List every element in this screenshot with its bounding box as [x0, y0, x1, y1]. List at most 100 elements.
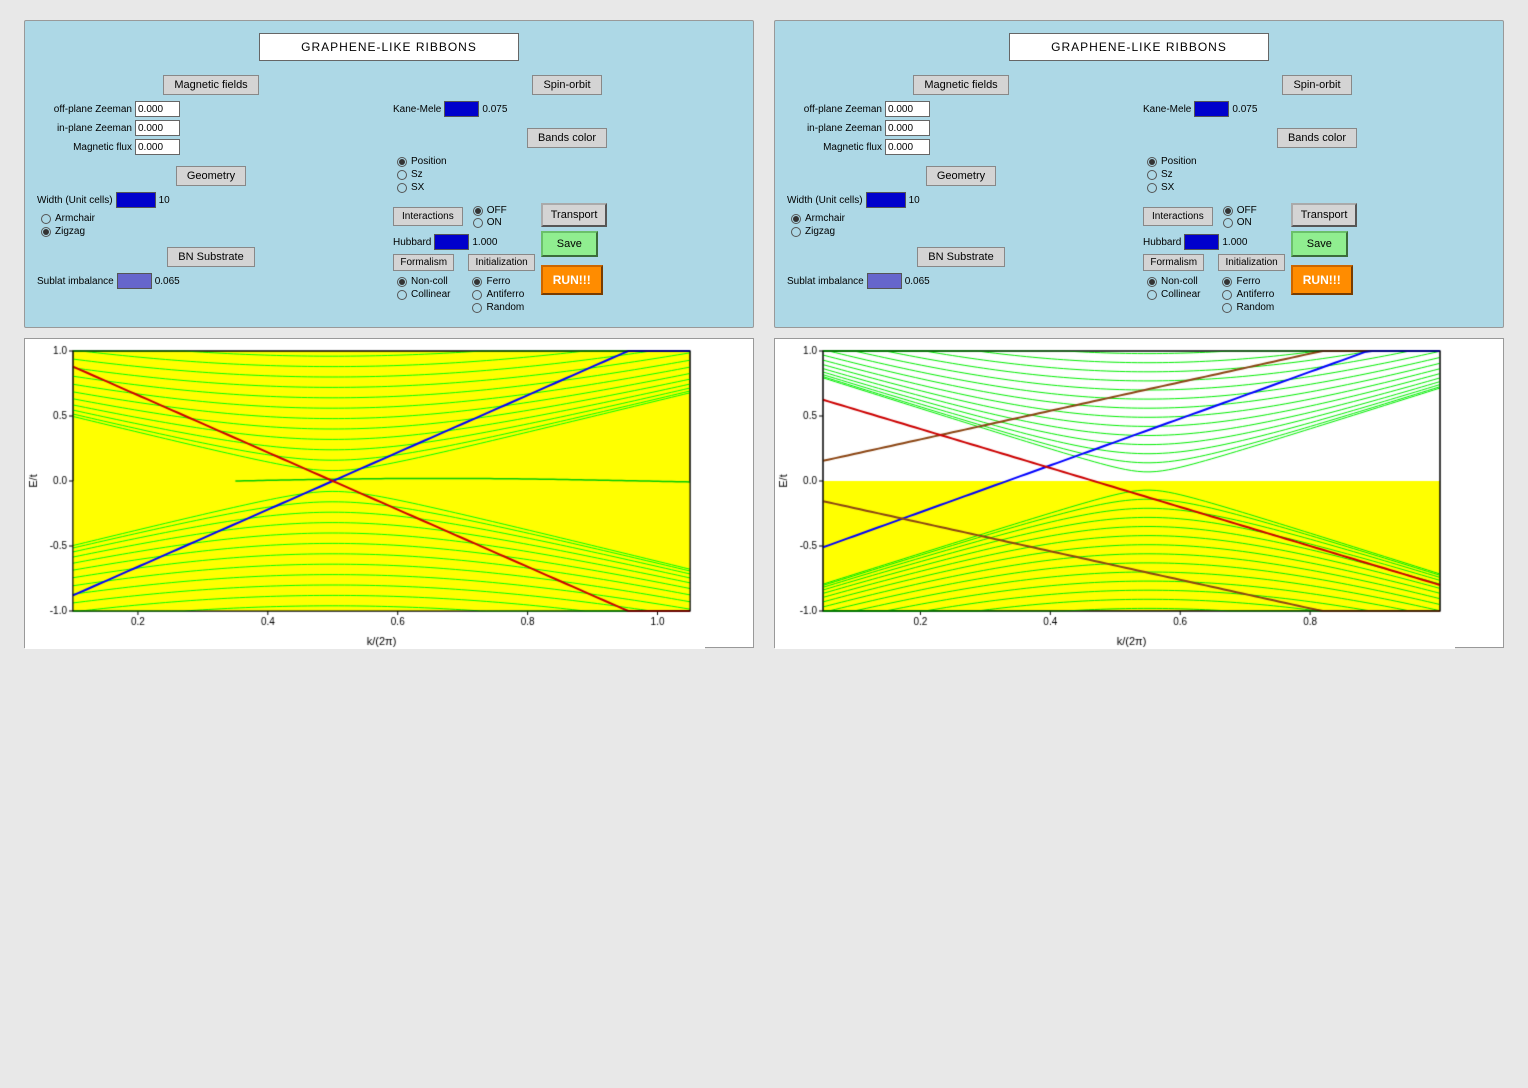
hubbard-row-1: Hubbard 1.000: [393, 234, 535, 250]
in-plane-input-1[interactable]: [135, 120, 180, 136]
hubbard-input-2[interactable]: [1184, 234, 1219, 250]
right-buttons-2: Transport Save RUN!!!: [1291, 203, 1358, 295]
on-dot-1: [473, 218, 483, 228]
sz-radio-1[interactable]: Sz: [397, 169, 737, 180]
kane-mele-input-1[interactable]: [444, 101, 479, 117]
bn-substrate-title-2: BN Substrate: [917, 247, 1004, 267]
formalism-box-1: Formalism Non-coll Collinear: [393, 254, 454, 315]
random-dot-2: [1222, 303, 1232, 313]
random-radio-2[interactable]: Random: [1222, 302, 1280, 313]
antiferro-radio-1[interactable]: Antiferro: [472, 289, 530, 300]
kane-mele-row-2: Kane-Mele 0.075: [1143, 101, 1491, 117]
hubbard-input-1[interactable]: [434, 234, 469, 250]
zigzag-label-1: Zigzag: [55, 226, 85, 237]
transport-button-1[interactable]: Transport: [541, 203, 608, 227]
antiferro-dot-1: [472, 290, 482, 300]
in-plane-label-2: in-plane Zeeman: [787, 123, 882, 134]
kane-mele-value-2: 0.075: [1232, 104, 1257, 115]
sx-radio-1[interactable]: SX: [397, 182, 737, 193]
interactions-row-2: Interactions OFF ON: [1143, 203, 1285, 230]
off-on-radio-1: OFF ON: [469, 203, 511, 230]
bands-color-section-2: Bands color Position Sz SX: [1143, 128, 1491, 195]
formalism-init-row-2: Formalism Non-coll Collinear: [1143, 254, 1285, 315]
transport-button-2[interactable]: Transport: [1291, 203, 1358, 227]
non-coll-radio-1[interactable]: Non-coll: [397, 276, 450, 287]
on-radio-1[interactable]: ON: [473, 217, 507, 228]
ferro-label-1: Ferro: [486, 276, 510, 287]
sublat-input-2[interactable]: [867, 273, 902, 289]
antiferro-label-2: Antiferro: [1236, 289, 1274, 300]
non-coll-radio-2[interactable]: Non-coll: [1147, 276, 1200, 287]
collinear-label-1: Collinear: [411, 289, 450, 300]
position-dot-2: [1147, 157, 1157, 167]
bands-color-title-1: Bands color: [527, 128, 607, 148]
plot-area: [24, 338, 1504, 648]
position-radio-1[interactable]: Position: [397, 156, 737, 167]
off-label-1: OFF: [487, 205, 507, 216]
armchair-radio-2[interactable]: Armchair: [791, 213, 1131, 224]
formalism-title-1: Formalism: [393, 254, 454, 271]
save-button-1[interactable]: Save: [541, 231, 598, 257]
run-button-1[interactable]: RUN!!!: [541, 265, 603, 295]
panels-container: GRAPHENE-LIKE RIBBONS Magnetic fields of…: [24, 20, 1504, 328]
on-label-2: ON: [1237, 217, 1252, 228]
sublat-value-2: 0.065: [905, 276, 930, 287]
panel-right: GRAPHENE-LIKE RIBBONS Magnetic fields of…: [774, 20, 1504, 328]
ferro-radio-2[interactable]: Ferro: [1222, 276, 1280, 287]
collinear-radio-2[interactable]: Collinear: [1147, 289, 1200, 300]
bn-substrate-title-1: BN Substrate: [167, 247, 254, 267]
position-label-2: Position: [1161, 156, 1197, 167]
position-label-1: Position: [411, 156, 447, 167]
on-radio-2[interactable]: ON: [1223, 217, 1257, 228]
zigzag-dot-2: [791, 227, 801, 237]
collinear-radio-1[interactable]: Collinear: [397, 289, 450, 300]
bn-substrate-section-1: BN Substrate Sublat imbalance 0.065: [37, 247, 385, 292]
width-row-1: Width (Unit cells) 10: [37, 192, 385, 208]
kane-mele-input-2[interactable]: [1194, 101, 1229, 117]
panel-title-left: GRAPHENE-LIKE RIBBONS: [259, 33, 519, 61]
ferro-radio-1[interactable]: Ferro: [472, 276, 530, 287]
bands-color-section-1: Bands color Position Sz SX: [393, 128, 741, 195]
off-plane-input-2[interactable]: [885, 101, 930, 117]
off-plane-input-1[interactable]: [135, 101, 180, 117]
off-plane-label-1: off-plane Zeeman: [37, 104, 132, 115]
left-col-1: Magnetic fields off-plane Zeeman in-plan…: [37, 75, 385, 315]
on-dot-2: [1223, 218, 1233, 228]
sx-radio-2[interactable]: SX: [1147, 182, 1487, 193]
sx-dot-1: [397, 183, 407, 193]
run-button-2[interactable]: RUN!!!: [1291, 265, 1353, 295]
save-button-2[interactable]: Save: [1291, 231, 1348, 257]
hubbard-value-2: 1.000: [1222, 237, 1247, 248]
spin-orbit-title-2: Spin-orbit: [1282, 75, 1351, 95]
width-input-2[interactable]: [866, 192, 906, 208]
geometry-section-1: Geometry Width (Unit cells) 10 Armchair: [37, 166, 385, 239]
zigzag-radio-1[interactable]: Zigzag: [41, 226, 381, 237]
zigzag-label-2: Zigzag: [805, 226, 835, 237]
geometry-title-1: Geometry: [176, 166, 246, 186]
interactions-section-2: Interactions OFF ON: [1143, 203, 1285, 315]
sz-radio-2[interactable]: Sz: [1147, 169, 1487, 180]
mag-flux-input-1[interactable]: [135, 139, 180, 155]
kane-mele-label-2: Kane-Mele: [1143, 104, 1191, 115]
mag-flux-input-2[interactable]: [885, 139, 930, 155]
sublat-input-1[interactable]: [117, 273, 152, 289]
armchair-radio-1[interactable]: Armchair: [41, 213, 381, 224]
off-radio-2[interactable]: OFF: [1223, 205, 1257, 216]
width-label-2: Width (Unit cells): [787, 195, 863, 206]
position-radio-2[interactable]: Position: [1147, 156, 1487, 167]
in-plane-label-1: in-plane Zeeman: [37, 123, 132, 134]
in-plane-input-2[interactable]: [885, 120, 930, 136]
interactions-section-1: Interactions OFF ON: [393, 203, 535, 315]
hubbard-label-1: Hubbard: [393, 237, 431, 248]
random-label-2: Random: [1236, 302, 1274, 313]
antiferro-radio-2[interactable]: Antiferro: [1222, 289, 1280, 300]
sx-dot-2: [1147, 183, 1157, 193]
mag-flux-label-2: Magnetic flux: [787, 142, 882, 153]
sz-dot-2: [1147, 170, 1157, 180]
random-radio-1[interactable]: Random: [472, 302, 530, 313]
zigzag-radio-2[interactable]: Zigzag: [791, 226, 1131, 237]
off-radio-1[interactable]: OFF: [473, 205, 507, 216]
position-dot-1: [397, 157, 407, 167]
bands-radio-group-1: Position Sz SX: [393, 154, 741, 195]
width-input-1[interactable]: [116, 192, 156, 208]
